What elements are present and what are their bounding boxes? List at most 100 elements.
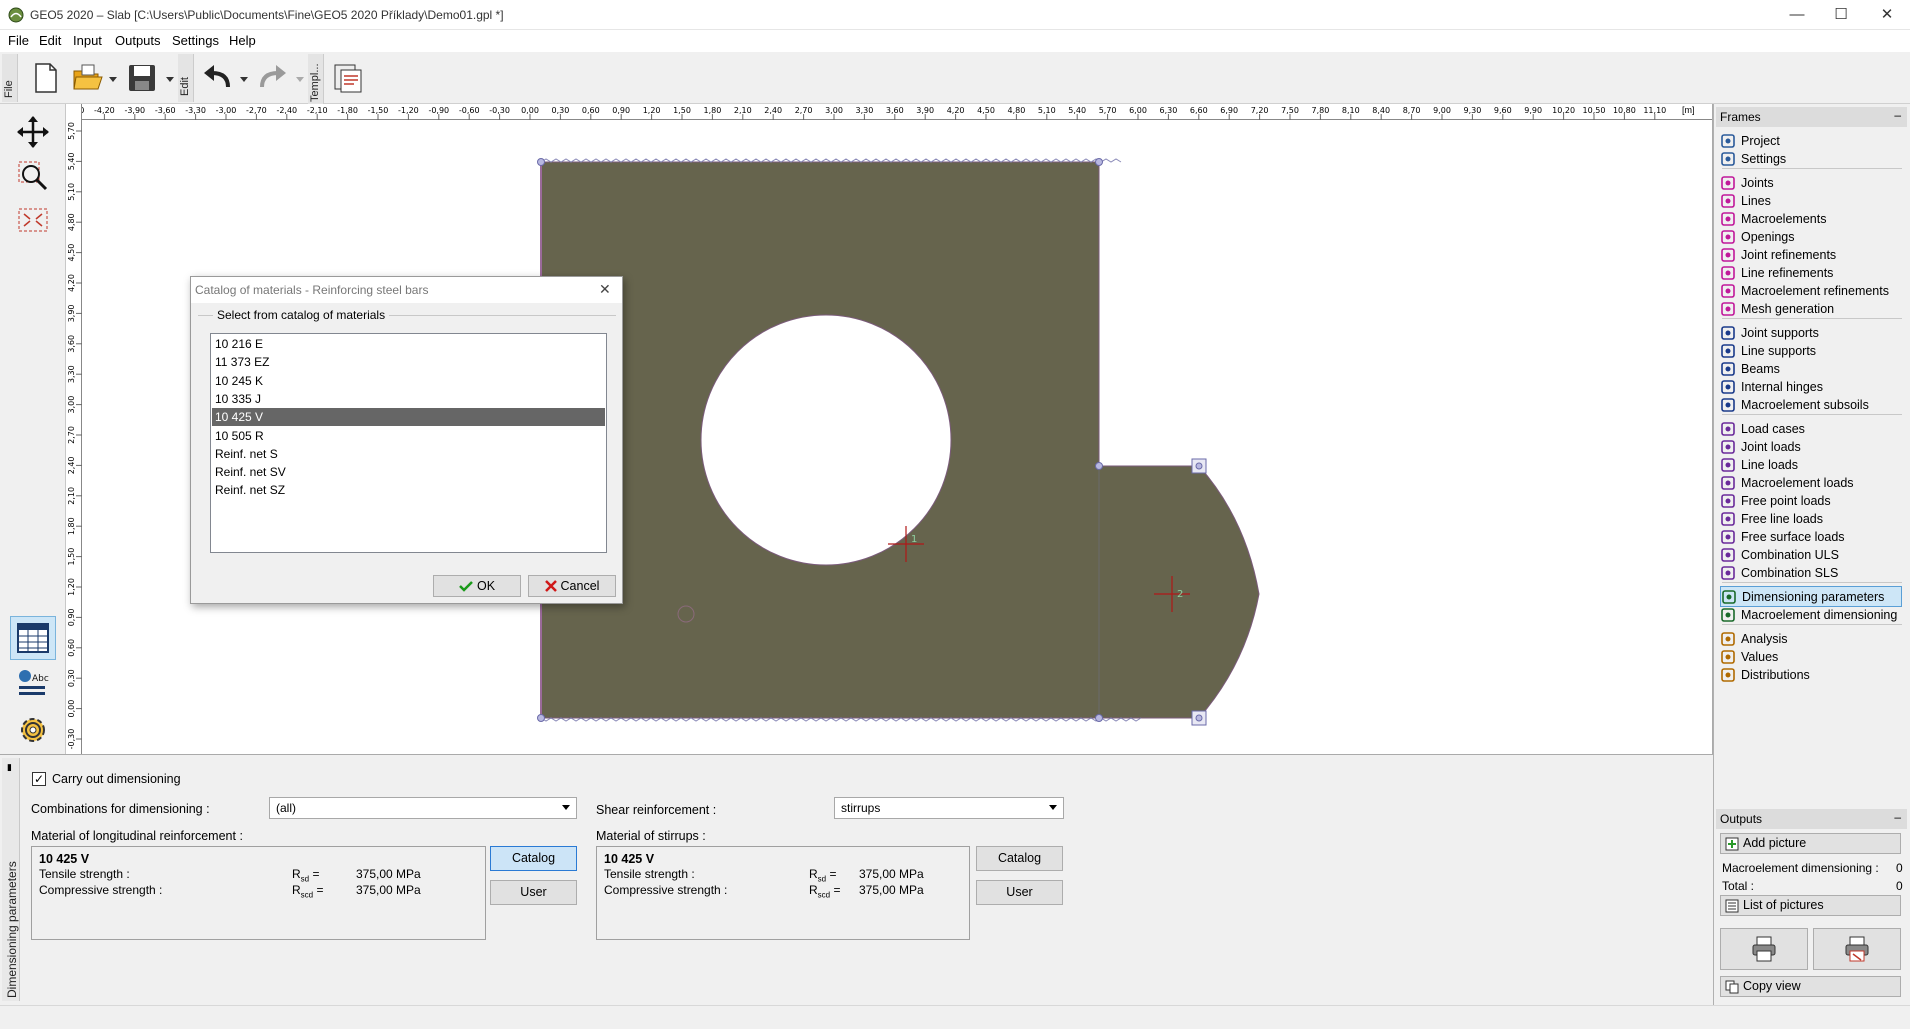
zoom-tool-button[interactable] [10, 154, 56, 198]
frame-item-label: Project [1741, 133, 1780, 148]
redo-dropdown-arrow[interactable] [296, 77, 304, 82]
new-file-button[interactable] [28, 58, 64, 98]
materials-listbox[interactable]: 10 216 E 11 373 EZ 10 245 K 10 335 J 10 425 … [210, 333, 607, 553]
print-preview-button[interactable] [1813, 928, 1901, 970]
macroelement-2-number: 2 [1177, 589, 1183, 600]
save-disk-icon [129, 65, 155, 91]
styles-button[interactable]: Abc [10, 662, 56, 706]
pin-icon[interactable]: ▮ [7, 762, 12, 773]
combinations-select[interactable]: (all) [269, 797, 577, 819]
printer-icon [1752, 936, 1776, 962]
menu-input[interactable]: Input [73, 33, 102, 48]
frame-item-combination-sls[interactable]: Combination SLS [1720, 562, 1902, 583]
dialog-title: Catalog of materials - Reinforcing steel… [195, 283, 429, 297]
collapse-outputs-icon[interactable]: – [1894, 810, 1901, 824]
menu-edit[interactable]: Edit [39, 33, 61, 48]
undo-dropdown-arrow[interactable] [240, 77, 248, 82]
frame-item-label: Load cases [1741, 421, 1805, 436]
total-count-label: Total : [1722, 879, 1755, 893]
undo-button[interactable] [200, 58, 236, 98]
material-list-item[interactable]: 10 425 V [212, 408, 605, 427]
styles-abc-icon: Abc [19, 670, 49, 695]
material-list-item[interactable]: 10 216 E [212, 335, 605, 353]
cancel-button[interactable]: Cancel [528, 575, 616, 597]
long-catalog-button[interactable]: Catalog [490, 846, 577, 871]
dialog-close-icon[interactable]: ✕ [599, 281, 611, 298]
settings-tool-button[interactable] [10, 708, 56, 752]
stirrups-material-label: Material of stirrups : [596, 829, 706, 843]
menu-file[interactable]: File [8, 33, 29, 48]
redo-button[interactable] [254, 58, 290, 98]
zoom-magnifier-icon [18, 161, 48, 191]
frame-item-macroelement-subsoils[interactable]: Macroelement subsoils [1720, 394, 1902, 415]
redo-arrow-icon [260, 65, 286, 88]
stirrup-tensile-label: Tensile strength : [604, 867, 695, 881]
dialog-group-label: Select from catalog of materials [213, 308, 390, 322]
chevron-down-icon [1049, 805, 1057, 810]
material-list-item[interactable]: 10 335 J [212, 390, 605, 408]
svg-text:Abc: Abc [32, 674, 49, 684]
template-group-strip: Templ... [308, 54, 324, 104]
open-dropdown-arrow[interactable] [109, 77, 117, 82]
minimize-button[interactable]: — [1774, 0, 1820, 30]
stirrup-user-button[interactable]: User [976, 880, 1063, 905]
add-picture-button[interactable]: Add picture [1720, 833, 1901, 854]
frame-item-settings[interactable]: Settings [1720, 148, 1902, 169]
macroelement-refinements-icon [1720, 283, 1736, 299]
frame-item-label: Joint loads [1741, 439, 1801, 454]
printer-pdf-icon [1845, 936, 1869, 962]
stirrup-compressive-label: Compressive strength : [604, 883, 728, 897]
material-list-item[interactable]: 10 505 R [212, 427, 605, 445]
copy-view-button[interactable]: Copy view [1720, 976, 1901, 997]
openings-icon [1720, 229, 1736, 245]
save-dropdown-arrow[interactable] [166, 77, 174, 82]
pan-tool-button[interactable] [10, 110, 56, 154]
macroelement-1-shape [540, 161, 1260, 719]
save-button[interactable] [124, 58, 160, 98]
macro-dim-count-value: 0 [1896, 861, 1903, 875]
maximize-button[interactable]: ☐ [1818, 0, 1864, 30]
free-surface-loads-icon [1720, 529, 1736, 545]
shear-value: stirrups [841, 801, 881, 815]
material-list-item[interactable]: 11 373 EZ [212, 353, 605, 371]
close-window-button[interactable]: ✕ [1864, 0, 1910, 30]
print-button[interactable] [1720, 928, 1808, 970]
load-cases-icon [1720, 421, 1736, 437]
template-button[interactable] [330, 58, 366, 98]
copy-view-label: Copy view [1743, 979, 1801, 993]
title-bar: GEO5 2020 – Slab [C:\Users\Public\Docume… [0, 0, 1910, 30]
hinges-icon [1720, 379, 1736, 395]
stirrup-material-name: 10 425 V [604, 852, 655, 866]
ok-button[interactable]: OK [433, 575, 521, 597]
frame-item-label: Lines [1741, 193, 1771, 208]
menu-outputs[interactable]: Outputs [115, 33, 161, 48]
list-of-pictures-button[interactable]: List of pictures [1720, 895, 1901, 916]
frame-item-mesh-generation[interactable]: Mesh generation [1720, 298, 1902, 319]
carry-out-checkbox[interactable]: ✓ [32, 772, 46, 786]
line-refinements-icon [1720, 265, 1736, 281]
joint-loads-icon [1720, 439, 1736, 455]
collapse-frames-icon[interactable]: – [1894, 108, 1901, 122]
stirrup-catalog-button[interactable]: Catalog [976, 846, 1063, 871]
zoom-extents-button[interactable] [10, 198, 56, 242]
outputs-header-label: Outputs [1720, 812, 1763, 826]
frame-item-distributions[interactable]: Distributions [1720, 664, 1902, 685]
frame-item-label: Dimensioning parameters [1742, 589, 1885, 604]
long-user-button[interactable]: User [490, 880, 577, 905]
long-material-name: 10 425 V [39, 852, 90, 866]
table-view-button[interactable] [10, 616, 56, 660]
frame-item-macroelement-dimensioning[interactable]: Macroelement dimensioning [1720, 604, 1902, 625]
material-list-item[interactable]: 10 245 K [212, 372, 605, 390]
window-title: GEO5 2020 – Slab [C:\Users\Public\Docume… [30, 8, 504, 22]
material-list-item[interactable]: Reinf. net SZ [212, 481, 605, 499]
frame-item-label: Macroelement loads [1741, 475, 1854, 490]
shear-reinforcement-select[interactable]: stirrups [834, 797, 1064, 819]
open-file-button[interactable] [70, 58, 106, 98]
menu-help[interactable]: Help [229, 33, 256, 48]
material-list-item[interactable]: Reinf. net SV [212, 463, 605, 481]
lines-icon [1720, 193, 1736, 209]
cancel-label: Cancel [560, 579, 600, 593]
material-list-item[interactable]: Reinf. net S [212, 445, 605, 463]
menu-settings[interactable]: Settings [172, 33, 219, 48]
longitudinal-material-box: 10 425 V Tensile strength : Rsd = 375,00… [31, 846, 486, 940]
